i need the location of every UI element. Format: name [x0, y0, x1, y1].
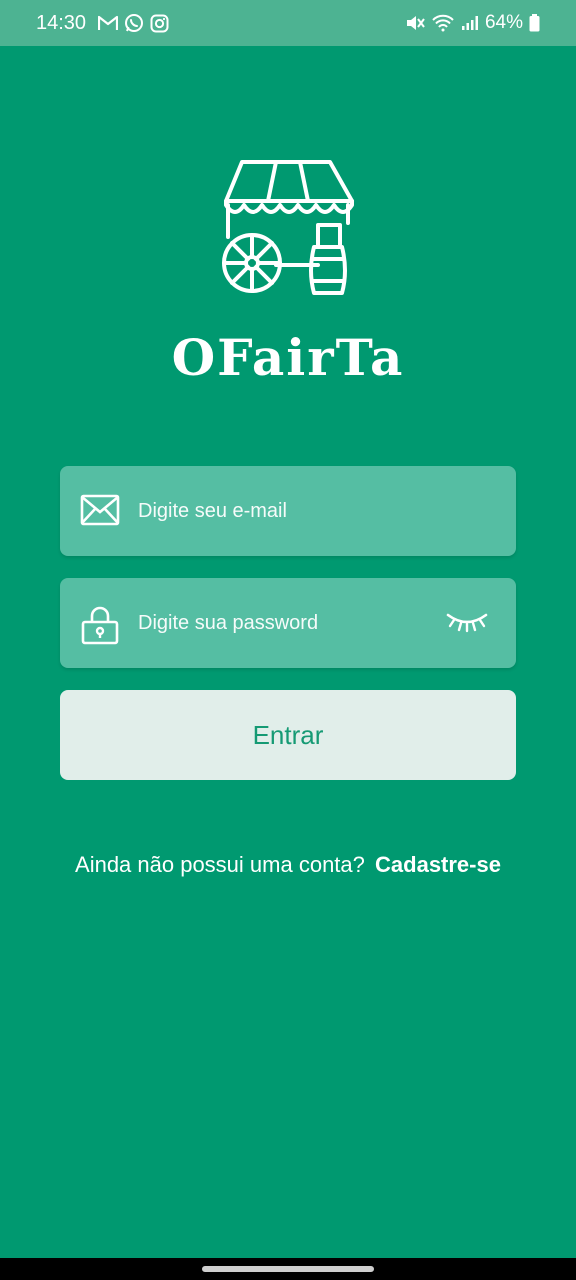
market-stall-cart-icon	[218, 155, 358, 300]
instagram-icon	[150, 14, 169, 33]
login-screen: 14:30 64% OFairTa Digite seu e-mail Entr…	[0, 0, 576, 1280]
signup-link[interactable]: Cadastre-se	[375, 852, 501, 877]
mute-icon	[405, 14, 425, 32]
signup-prompt: Ainda não possui uma conta?	[75, 852, 365, 877]
gmail-icon	[98, 15, 119, 31]
password-input[interactable]	[138, 603, 428, 643]
home-gesture-handle[interactable]	[202, 1266, 374, 1272]
email-input[interactable]	[138, 491, 428, 531]
whatsapp-icon	[124, 13, 144, 33]
password-field[interactable]	[60, 578, 516, 668]
login-button[interactable]: Entrar	[60, 690, 516, 780]
battery-icon	[529, 14, 540, 32]
status-time: 14:30	[36, 11, 87, 34]
battery-percentage: 64%	[484, 12, 523, 33]
signal-icon	[461, 15, 479, 31]
email-field[interactable]	[60, 466, 516, 556]
signup-row: Ainda não possui uma conta? Cadastre-se	[0, 852, 576, 878]
app-brand-name: OFairTa	[171, 328, 405, 387]
navigation-bar	[0, 1258, 576, 1280]
lock-icon	[80, 605, 120, 650]
envelope-icon	[80, 493, 120, 532]
status-bar: 14:30 64%	[0, 0, 576, 46]
wifi-icon	[431, 14, 455, 32]
status-bar-left: 14:30	[36, 12, 169, 35]
eye-closed-icon[interactable]	[446, 611, 488, 638]
status-bar-right: 64%	[405, 12, 540, 34]
